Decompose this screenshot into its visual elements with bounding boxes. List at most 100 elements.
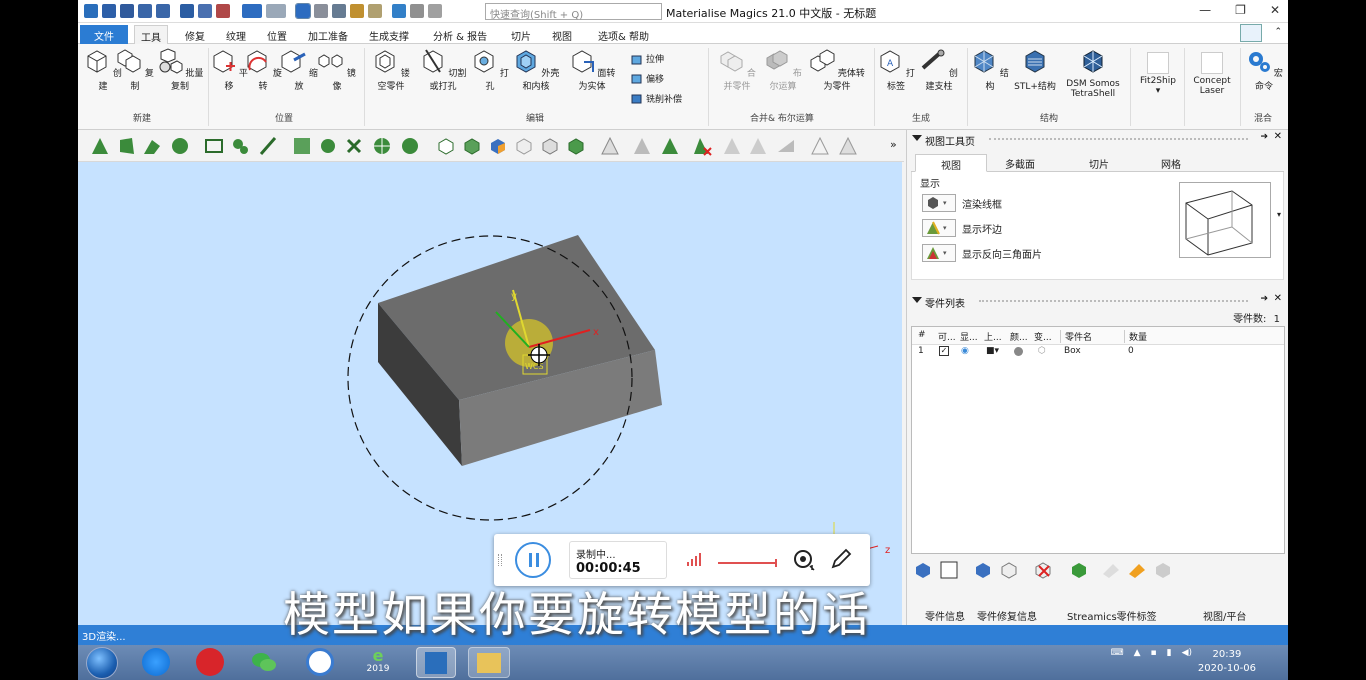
undo-icon[interactable]: [242, 4, 262, 18]
tab-analysis-report[interactable]: 分析 & 报告: [427, 25, 493, 44]
tab-repair[interactable]: 修复: [179, 25, 211, 44]
col-color[interactable]: 颜...: [1010, 330, 1028, 343]
mirror-button[interactable]: 镜像: [314, 48, 360, 92]
part-mesh-icon[interactable]: [540, 136, 560, 156]
outline-triangle-icon[interactable]: [810, 136, 830, 156]
tab-tools[interactable]: 工具: [134, 25, 168, 44]
triangle-outline-icon[interactable]: [600, 136, 620, 156]
triangle-set-icon[interactable]: [722, 136, 742, 156]
table-row[interactable]: 1 ✓ ◉ ■▾ ⬡ Box 0: [912, 345, 1284, 359]
close-icon[interactable]: ✕: [1270, 3, 1280, 17]
tab-streamics-labels[interactable]: Streamics零件标签: [1067, 608, 1157, 623]
webcam-icon[interactable]: [792, 548, 816, 572]
tab-options-help[interactable]: 选项& 帮助: [592, 25, 655, 44]
unmark-icon[interactable]: [400, 136, 420, 156]
visible-checkbox[interactable]: ✓: [939, 346, 949, 356]
collapse-ribbon-icon[interactable]: ⌃: [1274, 27, 1282, 37]
surface-select-icon[interactable]: [142, 136, 162, 156]
delete-part-icon[interactable]: [216, 4, 230, 18]
tab-texture[interactable]: 纹理: [220, 25, 252, 44]
col-display[interactable]: 显...: [960, 330, 978, 343]
col-upload[interactable]: 上...: [984, 330, 1002, 343]
part-color-icon[interactable]: [1069, 560, 1089, 580]
milling-button[interactable]: 铣削补偿: [630, 92, 682, 105]
col-visible[interactable]: 可...: [938, 330, 956, 343]
marker-select-icon[interactable]: [344, 136, 364, 156]
concept-laser-button[interactable]: Concept Laser: [1186, 52, 1238, 96]
dsm-tetrashell-button[interactable]: DSM Somos TetraShell: [1062, 48, 1124, 99]
grey-part-icon[interactable]: [1153, 560, 1173, 580]
tab-multi-section[interactable]: 多截面: [995, 154, 1045, 172]
select-all-icon[interactable]: [939, 560, 959, 580]
show-bad-edges-dropdown[interactable]: ▾: [922, 219, 956, 237]
redo-icon[interactable]: [266, 4, 286, 18]
baidu-netdisk-icon[interactable]: [306, 648, 334, 676]
part-cube-icon[interactable]: ■▾: [986, 346, 999, 356]
lasso-select-icon[interactable]: [230, 136, 250, 156]
signal-icon[interactable]: ▮: [1167, 648, 1172, 658]
view-cube-icon[interactable]: [332, 4, 346, 18]
part-name[interactable]: Box: [1064, 346, 1081, 356]
delete-marked-icon[interactable]: [692, 136, 712, 156]
tab-mesh[interactable]: 网格: [1151, 154, 1191, 172]
part-view-icon[interactable]: [436, 136, 456, 156]
color-swatch[interactable]: [1014, 347, 1023, 356]
preview-chevron-icon[interactable]: ▾: [1277, 210, 1281, 219]
batch-copy-button[interactable]: 批量复制: [154, 48, 206, 92]
part-multicolor-icon[interactable]: [488, 136, 508, 156]
keyboard-icon[interactable]: ⌨: [1111, 648, 1124, 658]
show-inverted-triangles-dropdown[interactable]: ▾: [922, 244, 956, 262]
part-green-icon[interactable]: [566, 136, 586, 156]
save-as-icon[interactable]: [156, 4, 170, 18]
group-parts-icon[interactable]: [973, 560, 993, 580]
stl-structure-button[interactable]: STL+结构: [1010, 48, 1060, 92]
macro-button[interactable]: 宏命令: [1242, 48, 1286, 92]
collapse-triangle-icon[interactable]: [912, 297, 922, 303]
pin-icon[interactable]: ➔: [1260, 132, 1268, 142]
tab-generate-support[interactable]: 生成支撑: [363, 25, 415, 44]
show-inverted-triangles-row[interactable]: ▾ 显示反向三角面片: [922, 244, 1042, 262]
col-part-name[interactable]: 零件名: [1060, 330, 1122, 343]
find-icon[interactable]: [368, 4, 382, 18]
drag-grip[interactable]: [989, 138, 1248, 140]
pin-icon[interactable]: ➔: [1260, 294, 1268, 304]
restore-icon[interactable]: ❐: [1235, 3, 1246, 17]
transform-icon[interactable]: ⬡: [1038, 346, 1046, 356]
pause-button[interactable]: [515, 542, 551, 578]
layout-icon[interactable]: [1240, 24, 1262, 42]
box-select-icon[interactable]: [204, 136, 224, 156]
clock[interactable]: 20:39 2020-10-06: [1198, 648, 1256, 676]
select-shell-icon[interactable]: [314, 4, 328, 18]
tab-view[interactable]: 视图: [546, 25, 578, 44]
flat-triangle-icon[interactable]: [776, 136, 796, 156]
collapse-triangle-icon[interactable]: [912, 135, 922, 141]
fit2ship-button[interactable]: Fit2Ship ▾: [1134, 52, 1182, 96]
structure-button[interactable]: 结构: [970, 48, 1010, 92]
shell-select-icon[interactable]: [170, 136, 190, 156]
delete-part-icon[interactable]: [1033, 560, 1053, 580]
tab-position[interactable]: 位置: [261, 25, 293, 44]
shell-button[interactable]: 外壳和内核: [510, 48, 562, 92]
triangle-select-icon[interactable]: [90, 136, 110, 156]
edge-browser-icon[interactable]: [142, 648, 170, 676]
shrink-select-icon[interactable]: [318, 136, 338, 156]
col-transform[interactable]: 变...: [1034, 330, 1052, 343]
volume-icon[interactable]: ◀): [1182, 648, 1192, 658]
plane-select-icon[interactable]: [116, 136, 136, 156]
save-icon[interactable]: [138, 4, 152, 18]
triangle-normal-icon[interactable]: [838, 136, 858, 156]
quick-search-input[interactable]: 快速查询(Shift + Q): [485, 3, 662, 21]
view-toolpage-header[interactable]: 视图工具页 ➔ ✕: [907, 130, 1288, 148]
shell-to-solid-button[interactable]: 面转为实体: [566, 48, 618, 92]
zoom-icon[interactable]: [350, 4, 364, 18]
netease-music-icon[interactable]: [196, 648, 224, 676]
ungroup-icon[interactable]: [999, 560, 1019, 580]
tab-slice[interactable]: 切片: [1079, 154, 1119, 172]
shell-to-parts-button[interactable]: 壳体转为零件: [806, 48, 868, 92]
export-icon[interactable]: [198, 4, 212, 18]
punch-button[interactable]: 打孔: [470, 48, 510, 92]
part-outline-icon[interactable]: [514, 136, 534, 156]
view-cube-preview[interactable]: [1179, 182, 1271, 258]
part-colored-icon[interactable]: [462, 136, 482, 156]
create-support-button[interactable]: 创建支柱: [916, 48, 962, 92]
